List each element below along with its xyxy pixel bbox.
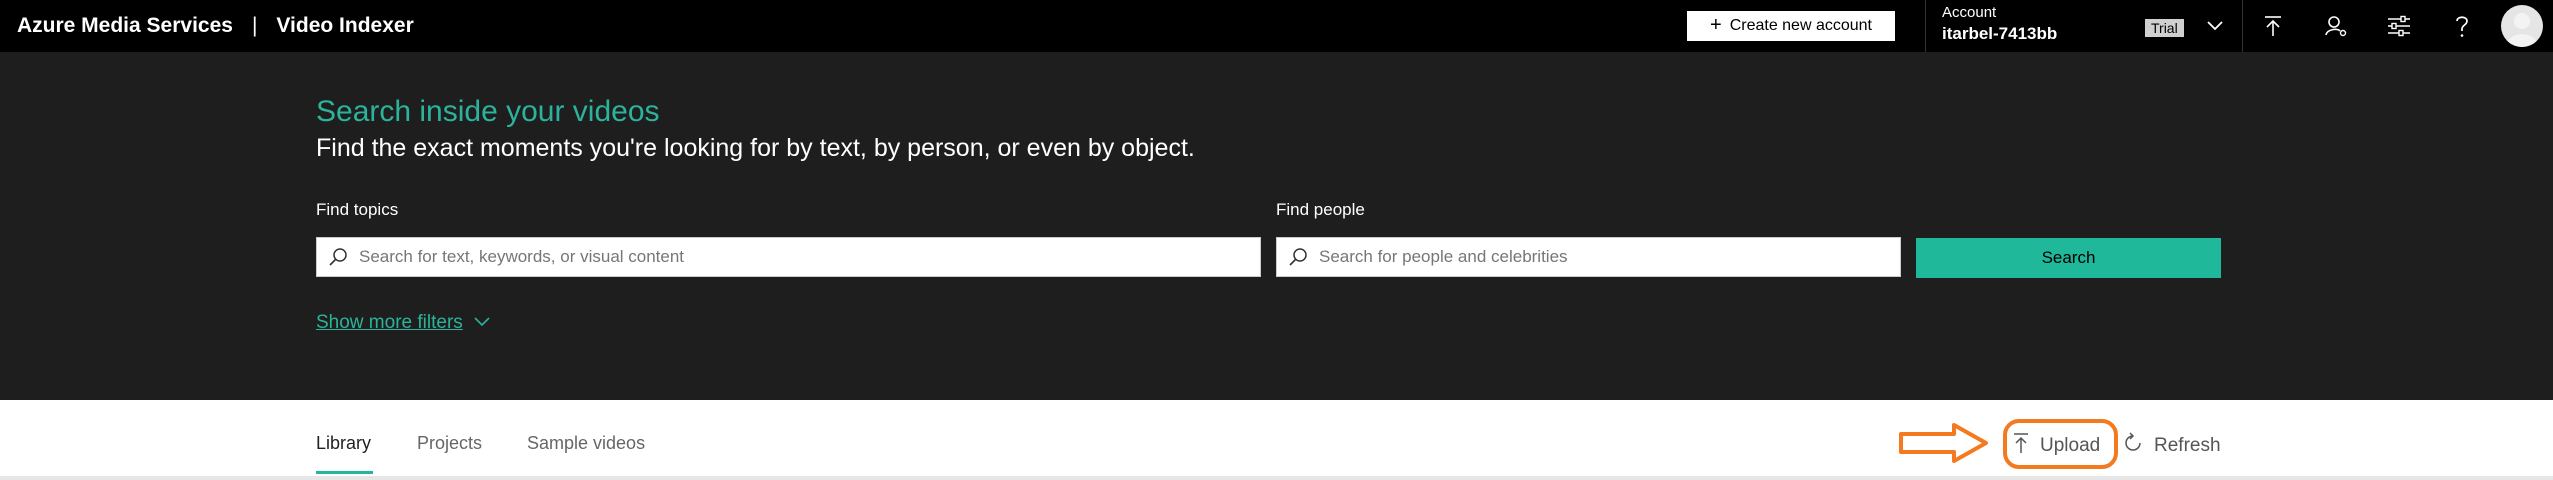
create-new-account-button[interactable]: + Create new account bbox=[1687, 11, 1895, 41]
brand-secondary: Video Indexer bbox=[276, 14, 414, 37]
create-new-account-label: Create new account bbox=[1729, 17, 1872, 34]
annotation-arrow-icon bbox=[1898, 422, 1990, 469]
people-search-input[interactable] bbox=[1319, 239, 1900, 275]
hero-subtitle: Find the exact moments you're looking fo… bbox=[316, 134, 1195, 162]
divider bbox=[0, 476, 2553, 480]
refresh-button[interactable]: Refresh bbox=[2122, 432, 2221, 460]
upload-highlight-annotation bbox=[2003, 419, 2118, 469]
hero-title: Search inside your videos bbox=[316, 95, 660, 128]
search-hero: Search inside your videos Find the exact… bbox=[0, 52, 2553, 400]
topics-search-box[interactable] bbox=[316, 237, 1261, 277]
top-bar: Azure Media Services | Video Indexer + C… bbox=[0, 0, 2553, 52]
brand-primary: Azure Media Services bbox=[17, 14, 233, 37]
plus-icon: + bbox=[1710, 14, 1722, 36]
tab-projects[interactable]: Projects bbox=[417, 433, 482, 454]
account-label: Account bbox=[1942, 4, 1997, 21]
show-more-filters-label: Show more filters bbox=[316, 312, 463, 333]
trial-badge: Trial bbox=[2145, 19, 2184, 37]
find-topics-label: Find topics bbox=[316, 200, 399, 219]
tab-library[interactable]: Library bbox=[316, 433, 371, 454]
active-tab-indicator bbox=[316, 471, 373, 474]
chevron-down-icon[interactable] bbox=[2205, 16, 2225, 41]
library-toolbar: Library Projects Sample videos Upload Re… bbox=[0, 400, 2553, 480]
search-icon bbox=[317, 238, 359, 276]
refresh-icon bbox=[2122, 432, 2144, 460]
people-search-box[interactable] bbox=[1276, 237, 1901, 277]
search-icon bbox=[1277, 238, 1319, 276]
show-more-filters-link[interactable]: Show more filters bbox=[316, 312, 491, 334]
divider bbox=[2242, 0, 2243, 52]
brand[interactable]: Azure Media Services | Video Indexer bbox=[17, 14, 414, 38]
chevron-down-icon bbox=[473, 312, 491, 334]
avatar[interactable] bbox=[2501, 5, 2543, 47]
search-button[interactable]: Search bbox=[1916, 238, 2221, 278]
sliders-icon[interactable] bbox=[2386, 13, 2412, 39]
refresh-label: Refresh bbox=[2154, 435, 2221, 456]
brand-separator: | bbox=[251, 14, 258, 37]
upload-icon[interactable] bbox=[2260, 13, 2286, 39]
divider bbox=[1925, 0, 1926, 52]
help-icon[interactable] bbox=[2449, 13, 2475, 39]
user-settings-icon[interactable] bbox=[2323, 13, 2349, 39]
topics-search-input[interactable] bbox=[359, 239, 1260, 275]
account-name: itarbel-7413bb bbox=[1942, 24, 2058, 43]
account-selector[interactable]: Account itarbel-7413bb bbox=[1942, 4, 2057, 44]
find-people-label: Find people bbox=[1276, 200, 1365, 219]
tab-sample-videos[interactable]: Sample videos bbox=[527, 433, 645, 454]
